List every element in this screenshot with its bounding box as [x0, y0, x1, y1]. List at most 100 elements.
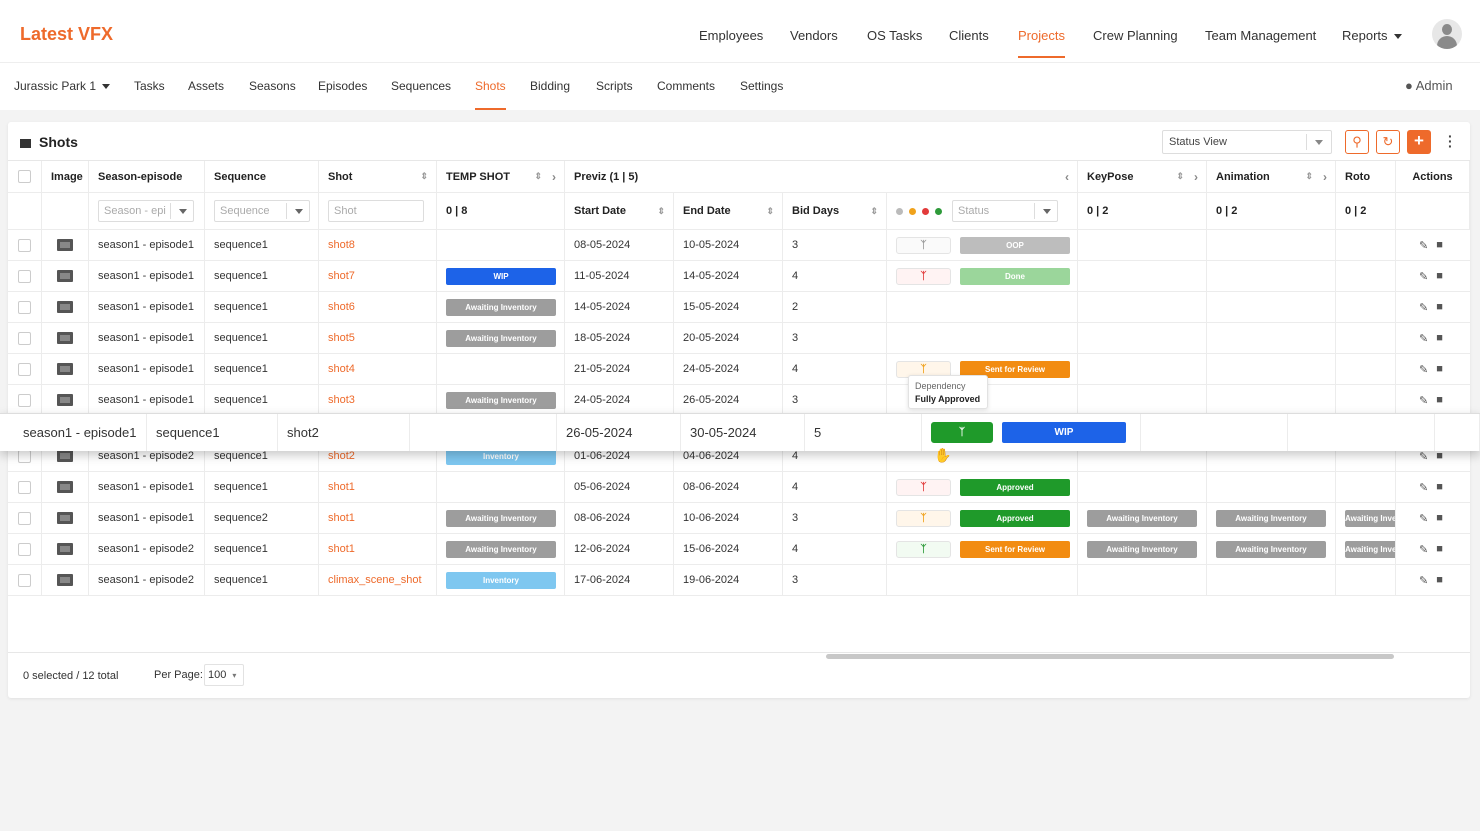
table-row[interactable]: season1 - episode1 sequence1 shot8 08-05-20…	[8, 230, 1470, 261]
refresh-button[interactable]: ↻	[1376, 130, 1400, 154]
row-checkbox[interactable]	[18, 362, 31, 376]
chevron-right-icon[interactable]: ›	[1194, 170, 1198, 184]
image-icon[interactable]	[57, 512, 73, 524]
row-checkbox[interactable]	[18, 269, 31, 283]
tab-assets[interactable]: Assets	[188, 79, 224, 93]
sort-icon[interactable]: ⇕	[420, 171, 428, 182]
cell-shot-link[interactable]: shot1	[319, 503, 437, 533]
edit-icon[interactable]: ✎	[1419, 301, 1428, 314]
edit-icon[interactable]: ✎	[1419, 512, 1428, 525]
image-icon[interactable]	[57, 574, 73, 586]
edit-icon[interactable]: ✎	[1419, 394, 1428, 407]
user-avatar[interactable]	[1432, 19, 1462, 49]
status-badge[interactable]: Sent for Review	[960, 540, 1070, 558]
tab-bidding[interactable]: Bidding	[530, 79, 570, 93]
roto-badge[interactable]: Awaiting Inventory	[1345, 509, 1395, 527]
row-checkbox[interactable]	[18, 238, 31, 252]
delete-icon[interactable]: ■	[1436, 543, 1443, 555]
row-checkbox[interactable]	[18, 300, 31, 314]
image-icon[interactable]	[57, 450, 73, 462]
tab-episodes[interactable]: Episodes	[318, 79, 367, 93]
sequence-filter[interactable]: Sequence	[214, 200, 310, 222]
row-checkbox[interactable]	[18, 542, 31, 556]
edit-icon[interactable]: ✎	[1419, 332, 1428, 345]
col-roto[interactable]: Roto	[1336, 161, 1396, 192]
temp-shot-badge[interactable]: WIP	[446, 267, 556, 285]
delete-icon[interactable]: ■	[1436, 512, 1443, 524]
delete-icon[interactable]: ■	[1436, 481, 1443, 493]
animation-badge[interactable]: Awaiting Inventory	[1216, 540, 1326, 558]
sort-icon[interactable]: ⇕	[534, 171, 542, 182]
tab-settings[interactable]: Settings	[740, 79, 783, 93]
delete-icon[interactable]: ■	[1436, 301, 1443, 313]
add-shot-button[interactable]: +	[1407, 130, 1431, 154]
app-logo[interactable]: Latest VFX	[20, 24, 113, 45]
status-badge[interactable]: Approved	[960, 509, 1070, 527]
temp-shot-badge[interactable]: Awaiting Inventory	[446, 298, 556, 316]
nav-clients[interactable]: Clients	[949, 28, 989, 43]
status-badge[interactable]: OOP	[960, 236, 1070, 254]
tab-seasons[interactable]: Seasons	[249, 79, 296, 93]
table-row[interactable]: season1 - episode1 sequence1 shot1 05-06-20…	[8, 472, 1470, 503]
chevron-right-icon[interactable]: ›	[1323, 170, 1327, 184]
nav-reports[interactable]: Reports	[1342, 28, 1402, 43]
col-animation[interactable]: Animation ⇕ ›	[1207, 161, 1336, 192]
col-end-date[interactable]: End Date ⇕	[674, 193, 783, 229]
col-start-date[interactable]: Start Date ⇕	[565, 193, 674, 229]
keypose-badge[interactable]: Awaiting Inventory	[1087, 509, 1197, 527]
sort-icon[interactable]: ⇕	[870, 206, 878, 217]
dependency-button[interactable]: ᛉ	[896, 540, 951, 558]
cell-shot-link[interactable]: shot1	[319, 472, 437, 502]
sort-icon[interactable]: ⇕	[1176, 171, 1184, 182]
image-icon[interactable]	[57, 543, 73, 555]
nav-vendors[interactable]: Vendors	[790, 28, 838, 43]
status-dot-grey[interactable]	[896, 207, 903, 215]
status-badge[interactable]: Done	[960, 267, 1070, 285]
chevron-left-icon[interactable]: ‹	[1065, 170, 1069, 184]
col-sequence[interactable]: Sequence	[205, 161, 319, 192]
col-temp-shot[interactable]: TEMP SHOT ⇕ ›	[437, 161, 565, 192]
edit-icon[interactable]: ✎	[1419, 574, 1428, 587]
temp-shot-badge[interactable]: Awaiting Inventory	[446, 391, 556, 409]
per-page-select[interactable]: 100 ▾	[204, 664, 244, 686]
delete-icon[interactable]: ■	[1436, 239, 1443, 251]
tab-shots[interactable]: Shots	[475, 79, 506, 110]
chevron-right-icon[interactable]: ›	[552, 170, 556, 184]
cell-shot-link[interactable]: shot4	[319, 354, 437, 384]
animation-badge[interactable]: Awaiting Inventory	[1216, 509, 1326, 527]
table-row[interactable]: season1 - episode1 sequence1 shot4 21-05-20…	[8, 354, 1470, 385]
table-row[interactable]: season1 - episode1 sequence1 shot3 Awaiting…	[8, 385, 1470, 416]
delete-icon[interactable]: ■	[1436, 450, 1443, 462]
edit-icon[interactable]: ✎	[1419, 363, 1428, 376]
edit-icon[interactable]: ✎	[1419, 270, 1428, 283]
edit-icon[interactable]: ✎	[1419, 543, 1428, 556]
delete-icon[interactable]: ■	[1436, 332, 1443, 344]
temp-shot-badge[interactable]: Awaiting Inventory	[446, 329, 556, 347]
sort-icon[interactable]: ⇕	[1305, 171, 1313, 182]
row-checkbox[interactable]	[18, 573, 31, 587]
tab-scripts[interactable]: Scripts	[596, 79, 633, 93]
dependency-button[interactable]: ᛉ	[896, 478, 951, 496]
season-filter[interactable]: Season - epi	[98, 200, 194, 222]
sort-icon[interactable]: ⇕	[657, 206, 665, 217]
dependency-button[interactable]: ᛉ	[931, 422, 993, 443]
table-row[interactable]: season1 - episode1 sequence1 shot5 Awaiting…	[8, 323, 1470, 354]
image-icon[interactable]	[57, 270, 73, 282]
search-button[interactable]: ⚲	[1345, 130, 1369, 154]
row-checkbox[interactable]	[18, 331, 31, 345]
view-select[interactable]: Status View	[1162, 130, 1332, 154]
table-row[interactable]: season1 - episode1 sequence1 shot6 Awaiting…	[8, 292, 1470, 323]
shot-filter-input[interactable]: Shot	[328, 200, 424, 222]
nav-team-management[interactable]: Team Management	[1205, 28, 1316, 43]
row-checkbox[interactable]	[18, 511, 31, 525]
row-checkbox[interactable]	[18, 449, 31, 463]
keypose-badge[interactable]: Awaiting Inventory	[1087, 540, 1197, 558]
image-icon[interactable]	[57, 239, 73, 251]
col-keypose[interactable]: KeyPose ⇕ ›	[1078, 161, 1207, 192]
sort-icon[interactable]: ⇕	[766, 206, 774, 217]
col-season-episode[interactable]: Season-episode	[89, 161, 205, 192]
row-checkbox[interactable]	[18, 393, 31, 407]
table-row[interactable]: season1 - episode2 sequence1 climax_scene_…	[8, 565, 1470, 596]
col-previz[interactable]: Previz (1 | 5) ‹	[565, 161, 1078, 192]
row-checkbox[interactable]	[18, 480, 31, 494]
